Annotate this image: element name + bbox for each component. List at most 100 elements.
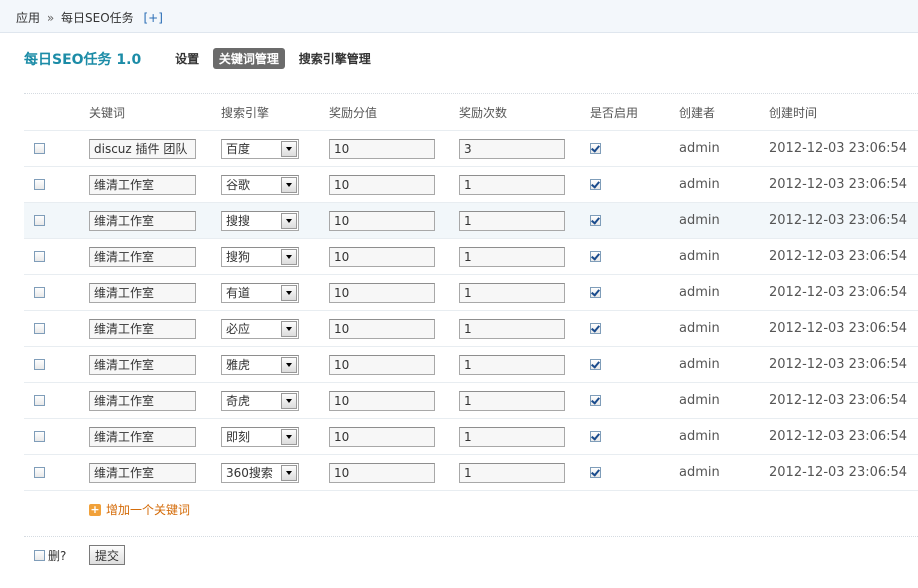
engine-select[interactable]: 必应 — [221, 318, 299, 339]
points-input[interactable]: 10 — [329, 354, 435, 375]
breadcrumb-current[interactable]: 每日SEO任务 — [61, 11, 134, 25]
engine-select[interactable]: 雅虎 — [221, 354, 299, 375]
engine-select[interactable]: 即刻 — [221, 426, 299, 447]
engine-cell: 谷歌 — [221, 167, 299, 202]
row-select-checkbox[interactable] — [34, 215, 45, 226]
enabled-checkbox[interactable] — [590, 179, 601, 190]
tab-search-engine-management[interactable]: 搜索引擎管理 — [293, 48, 377, 69]
column-header-points: 奖励分值 — [329, 105, 378, 120]
row-select-checkbox[interactable] — [34, 467, 45, 478]
row-select-checkbox[interactable] — [34, 431, 45, 442]
column-header-engine: 搜索引擎 — [221, 105, 270, 120]
enabled-checkbox[interactable] — [590, 395, 601, 406]
engine-select[interactable]: 有道 — [221, 282, 299, 303]
table-row: 维清工作室 即刻 10 1 admin 2012-12-03 23:06:54 — [24, 418, 918, 454]
engine-select-value: 即刻 — [226, 430, 251, 444]
enabled-checkbox[interactable] — [590, 323, 601, 334]
keyword-input[interactable]: 维清工作室 — [89, 390, 196, 411]
row-select-checkbox[interactable] — [34, 323, 45, 334]
points-input[interactable]: 10 — [329, 210, 435, 231]
row-select-checkbox[interactable] — [34, 287, 45, 298]
points-input[interactable]: 10 — [329, 318, 435, 339]
enabled-checkbox[interactable] — [590, 431, 601, 442]
row-select-cell — [34, 419, 45, 454]
engine-select-value: 百度 — [226, 142, 251, 156]
creator-cell: admin — [679, 213, 720, 228]
creator-cell: admin — [679, 429, 720, 444]
keyword-table: 关键词 搜索引擎 奖励分值 奖励次数 是否启用 创建者 创建时间 discuz … — [24, 93, 918, 528]
count-input[interactable]: 1 — [459, 426, 565, 447]
engine-select[interactable]: 搜搜 — [221, 210, 299, 231]
tab-settings[interactable]: 设置 — [169, 48, 205, 69]
keyword-input[interactable]: 维清工作室 — [89, 354, 196, 375]
count-cell: 1 — [459, 239, 565, 274]
breadcrumb: 应用 » 每日SEO任务 [+] — [16, 9, 163, 26]
points-cell: 10 — [329, 275, 435, 310]
count-input[interactable]: 1 — [459, 390, 565, 411]
row-select-cell — [34, 275, 45, 310]
row-select-checkbox[interactable] — [34, 251, 45, 262]
points-input[interactable]: 10 — [329, 282, 435, 303]
column-header-keyword: 关键词 — [89, 105, 126, 120]
count-input[interactable]: 1 — [459, 210, 565, 231]
count-input[interactable]: 1 — [459, 174, 565, 195]
add-keyword-link[interactable]: + 增加一个关键词 — [89, 501, 190, 518]
enabled-checkbox[interactable] — [590, 215, 601, 226]
table-row: 维清工作室 必应 10 1 admin 2012-12-03 23:06:54 — [24, 310, 918, 346]
breadcrumb-separator: » — [46, 11, 55, 25]
row-select-checkbox[interactable] — [34, 359, 45, 370]
count-input[interactable]: 1 — [459, 318, 565, 339]
delete-checkbox[interactable] — [34, 550, 45, 561]
keyword-cell: 维清工作室 — [89, 383, 196, 418]
count-input[interactable]: 1 — [459, 246, 565, 267]
chevron-down-icon — [281, 248, 297, 265]
count-input[interactable]: 1 — [459, 282, 565, 303]
row-select-checkbox[interactable] — [34, 179, 45, 190]
count-input[interactable]: 1 — [459, 462, 565, 483]
keyword-input[interactable]: 维清工作室 — [89, 282, 196, 303]
row-select-cell — [34, 455, 45, 490]
points-input[interactable]: 10 — [329, 390, 435, 411]
enabled-checkbox[interactable] — [590, 467, 601, 478]
points-input[interactable]: 10 — [329, 246, 435, 267]
keyword-input[interactable]: 维清工作室 — [89, 210, 196, 231]
enabled-cell — [590, 347, 601, 382]
enabled-checkbox[interactable] — [590, 251, 601, 262]
tab-keyword-management[interactable]: 关键词管理 — [212, 48, 285, 69]
engine-select-value: 必应 — [226, 322, 251, 336]
enabled-cell — [590, 383, 601, 418]
keyword-input[interactable]: discuz 插件 团队 — [89, 138, 196, 159]
engine-cell: 360搜索 — [221, 455, 299, 490]
keyword-cell: discuz 插件 团队 — [89, 131, 196, 166]
add-to-menu-link[interactable]: [+] — [144, 11, 163, 25]
breadcrumb-home[interactable]: 应用 — [16, 11, 40, 25]
row-select-checkbox[interactable] — [34, 143, 45, 154]
column-header-count: 奖励次数 — [459, 105, 508, 120]
created-time-cell: 2012-12-03 23:06:54 — [769, 357, 908, 372]
enabled-checkbox[interactable] — [590, 359, 601, 370]
enabled-checkbox[interactable] — [590, 143, 601, 154]
submit-button[interactable]: 提交 — [89, 545, 126, 565]
keyword-input[interactable]: 维清工作室 — [89, 174, 196, 195]
count-input[interactable]: 1 — [459, 354, 565, 375]
keyword-input[interactable]: 维清工作室 — [89, 426, 196, 447]
keyword-input[interactable]: 维清工作室 — [89, 246, 196, 267]
enabled-checkbox[interactable] — [590, 287, 601, 298]
created-time-cell: 2012-12-03 23:06:54 — [769, 249, 908, 264]
row-select-checkbox[interactable] — [34, 395, 45, 406]
points-input[interactable]: 10 — [329, 462, 435, 483]
engine-select[interactable]: 搜狗 — [221, 246, 299, 267]
points-input[interactable]: 10 — [329, 138, 435, 159]
engine-select[interactable]: 360搜索 — [221, 462, 299, 483]
engine-select-value: 360搜索 — [226, 466, 273, 480]
table-row: discuz 插件 团队 百度 10 3 admin 2012-12-03 23:06:5… — [24, 130, 918, 166]
keyword-input[interactable]: 维清工作室 — [89, 318, 196, 339]
keyword-input[interactable]: 维清工作室 — [89, 462, 196, 483]
points-input[interactable]: 10 — [329, 174, 435, 195]
points-input[interactable]: 10 — [329, 426, 435, 447]
count-input[interactable]: 3 — [459, 138, 565, 159]
engine-select[interactable]: 百度 — [221, 138, 299, 159]
engine-select[interactable]: 谷歌 — [221, 174, 299, 195]
keyword-cell: 维清工作室 — [89, 347, 196, 382]
engine-select[interactable]: 奇虎 — [221, 390, 299, 411]
